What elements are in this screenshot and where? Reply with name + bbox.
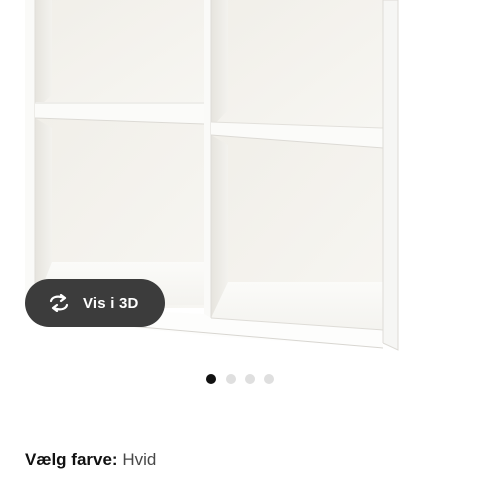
product-page: Vis i 3D Vælg farve: Hvid bbox=[0, 0, 480, 480]
color-selector[interactable]: Vælg farve: Hvid bbox=[25, 450, 156, 470]
carousel-dot[interactable] bbox=[226, 374, 236, 384]
view-3d-label: Vis i 3D bbox=[83, 294, 139, 312]
selected-color-value: Hvid bbox=[122, 450, 157, 469]
image-carousel-indicator bbox=[0, 374, 480, 384]
view-3d-button[interactable]: Vis i 3D bbox=[25, 279, 165, 327]
carousel-dot[interactable] bbox=[245, 374, 255, 384]
rotate-3d-icon bbox=[46, 293, 72, 313]
carousel-dot[interactable] bbox=[206, 374, 216, 384]
color-selector-label: Vælg farve: bbox=[25, 450, 123, 469]
carousel-dot[interactable] bbox=[264, 374, 274, 384]
